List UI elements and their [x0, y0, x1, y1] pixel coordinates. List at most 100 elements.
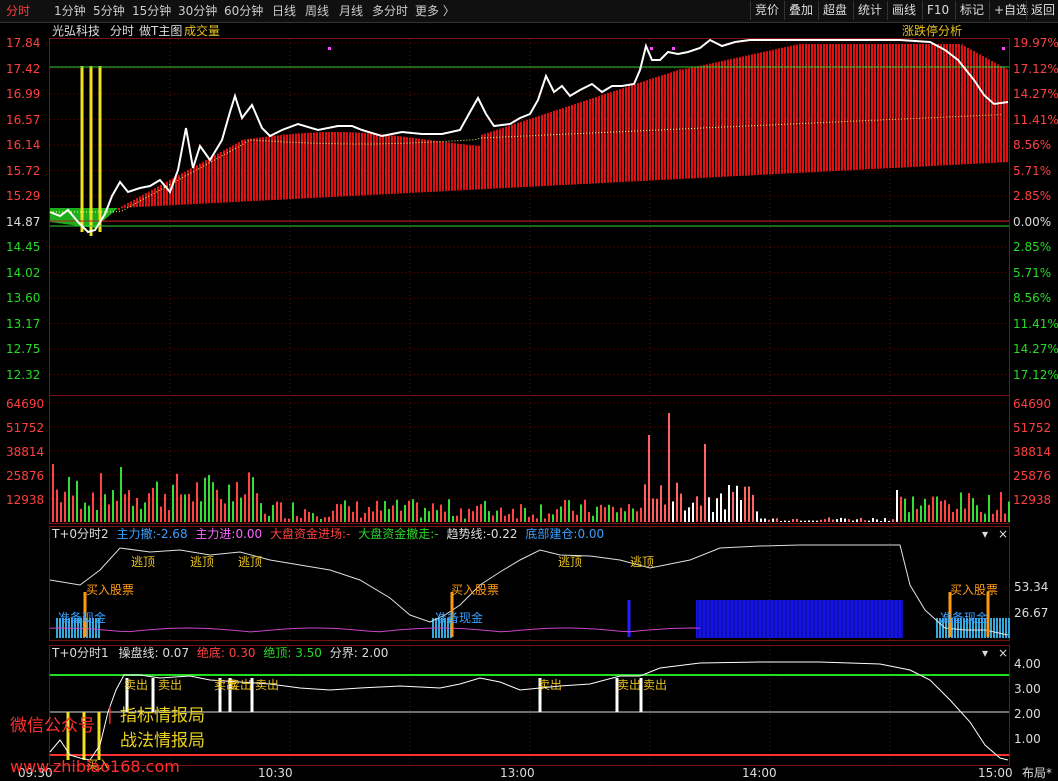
param-op-line: 操盘线: 0.07 [118, 646, 190, 660]
sell-signal: 卖出 [538, 678, 563, 692]
percent-tick-label: 0.00% [1013, 214, 1052, 229]
volume-tick-label: 38814 [1013, 445, 1052, 459]
pane1-axis-label: 2.00 [1014, 707, 1041, 721]
pane2-close-icon[interactable]: × [998, 527, 1008, 541]
tab-60min[interactable]: 60分钟 [224, 3, 263, 19]
buy-markers-pane2 [83, 592, 990, 637]
ready-cash-signal: 准备现金 [940, 611, 989, 625]
mark-button[interactable]: 标记 [955, 1, 984, 20]
period-toolbar: 分时 1分钟 5分钟 15分钟 30分钟 60分钟 日线 周线 月线 多分时 更… [0, 0, 1058, 23]
volume-tick-label: 25876 [6, 469, 45, 483]
layout-button[interactable]: 布局* [1022, 766, 1052, 780]
percent-tick-label: 17.12% [1013, 61, 1058, 76]
buy-bar-markers [80, 66, 102, 236]
auction-button[interactable]: 竞价 [750, 1, 779, 20]
stock-name: 光弘科技 [52, 24, 101, 38]
percent-tick-label: 17.12% [1013, 367, 1058, 382]
overlay-button[interactable]: 叠加 [784, 1, 813, 20]
sell-signal: 卖出 [643, 678, 668, 692]
tab-more[interactable]: 更多 〉 [415, 3, 455, 19]
pane1-close-icon[interactable]: × [998, 646, 1008, 660]
pane1-dropdown-icon[interactable]: ▾ [982, 646, 988, 660]
stats-button[interactable]: 统计 [853, 1, 882, 20]
param-bottom-abs: 绝底: 0.30 [196, 646, 256, 660]
sell-signal: 卖出 [617, 678, 642, 692]
pane2-bars [56, 618, 1010, 638]
percent-tick-label: 2.85% [1013, 240, 1052, 254]
sell-signal: 卖出 [228, 678, 253, 692]
percent-tick-label: 5.71% [1013, 265, 1052, 280]
superdisk-button[interactable]: 超盘 [818, 1, 847, 20]
percent-tick-label: 2.85% [1013, 189, 1052, 203]
percent-tick-label: 19.97% [1013, 36, 1058, 50]
pane2-title[interactable]: T+0分时2 [52, 527, 109, 541]
percent-tick-label: 11.41% [1013, 316, 1058, 331]
percent-tick-label: 8.56% [1013, 138, 1052, 152]
intraday-chart [49, 38, 1010, 766]
add-watchlist-button[interactable]: +自选 [989, 1, 1028, 20]
draw-line-button[interactable]: 画线 [887, 1, 916, 20]
time-label: 14:00 [742, 766, 777, 780]
buy-signal: 买入股票 [86, 583, 135, 597]
sell-signal: 卖出 [124, 678, 149, 692]
tab-monthly[interactable]: 月线 [339, 3, 363, 19]
price-tick-label: 13.17 [6, 316, 41, 331]
back-button[interactable]: 返回 [1026, 1, 1055, 20]
time-label: 10:30 [258, 766, 293, 780]
sell-signal: 卖出 [255, 678, 280, 692]
price-tick-label: 12.32 [6, 367, 41, 382]
volume-tick-label: 38814 [6, 445, 45, 459]
pane2-axis-label: 53.34 [1014, 580, 1049, 594]
pane1-header: T+0分时1 操盘线: 0.07 绝底: 0.30 绝顶: 3.50 分界: 2… [52, 646, 388, 660]
price-tick-label: 14.87 [6, 214, 41, 229]
pane1-axis-label: 3.00 [1014, 682, 1041, 696]
buy-signal: 买入股票 [950, 583, 999, 597]
opening-green-area [50, 208, 118, 228]
indicator-name[interactable]: 做T主图 [139, 24, 182, 38]
param-main-in: 主力进:0.00 [195, 527, 263, 541]
volume-label: 成交量 [184, 24, 221, 38]
tab-multi[interactable]: 多分时 [372, 3, 408, 19]
time-label: 15:00 [978, 766, 1013, 780]
watermark-site: www.zhibiao168.com [10, 757, 180, 776]
tab-weekly[interactable]: 周线 [305, 3, 329, 19]
average-line [50, 114, 1003, 213]
pane1-axis-label: 1.00 [1014, 732, 1041, 746]
price-tick-label: 16.57 [6, 112, 41, 127]
watermark-name: 指标情报局 [120, 706, 205, 726]
capital-bars [118, 43, 1008, 210]
volume-tick-label: 25876 [1013, 469, 1052, 483]
escape-signal: 逃顶 [558, 555, 583, 569]
tab-15min[interactable]: 15分钟 [132, 3, 171, 19]
param-market-out: 大盘资金撤走:- [358, 527, 439, 541]
f10-button[interactable]: F10 [922, 1, 949, 20]
watermark-bracket: | [107, 705, 113, 725]
volume-tick-label: 51752 [6, 421, 45, 435]
tab-daily[interactable]: 日线 [272, 3, 296, 19]
sell-signal: 卖出 [158, 678, 183, 692]
volume-tick-label: 64690 [1013, 397, 1052, 411]
ready-cash-signal: 准备现金 [435, 611, 484, 625]
percent-tick-label: 5.71% [1013, 163, 1052, 178]
tab-1min[interactable]: 1分钟 [54, 3, 86, 19]
limit-analysis-link[interactable]: 涨跌停分析 [902, 24, 962, 38]
pane2-dropdown-icon[interactable]: ▾ [982, 527, 988, 541]
horizontal-grid [50, 42, 1009, 500]
escape-signal: 逃顶 [131, 555, 156, 569]
param-boundary: 分界: 2.00 [329, 646, 389, 660]
tab-intraday[interactable]: 分时 [6, 3, 30, 19]
volume-tick-label: 12938 [6, 493, 45, 507]
pane1-axis-label: 4.00 [1014, 657, 1041, 671]
limit-dots [328, 47, 1005, 50]
tab-30min[interactable]: 30分钟 [178, 3, 217, 19]
price-tick-label: 15.72 [6, 163, 41, 178]
buy-signal: 买入股票 [451, 583, 500, 597]
price-tick-label: 12.75 [6, 342, 41, 356]
tab-5min[interactable]: 5分钟 [93, 3, 125, 19]
pane1-title[interactable]: T+0分时1 [52, 646, 109, 660]
price-tick-label: 16.14 [6, 138, 41, 152]
percent-tick-label: 14.27% [1013, 87, 1058, 101]
volume-tick-label: 51752 [1013, 421, 1052, 435]
percent-tick-label: 11.41% [1013, 112, 1058, 127]
param-trend: 趋势线:-0.22 [446, 527, 518, 541]
